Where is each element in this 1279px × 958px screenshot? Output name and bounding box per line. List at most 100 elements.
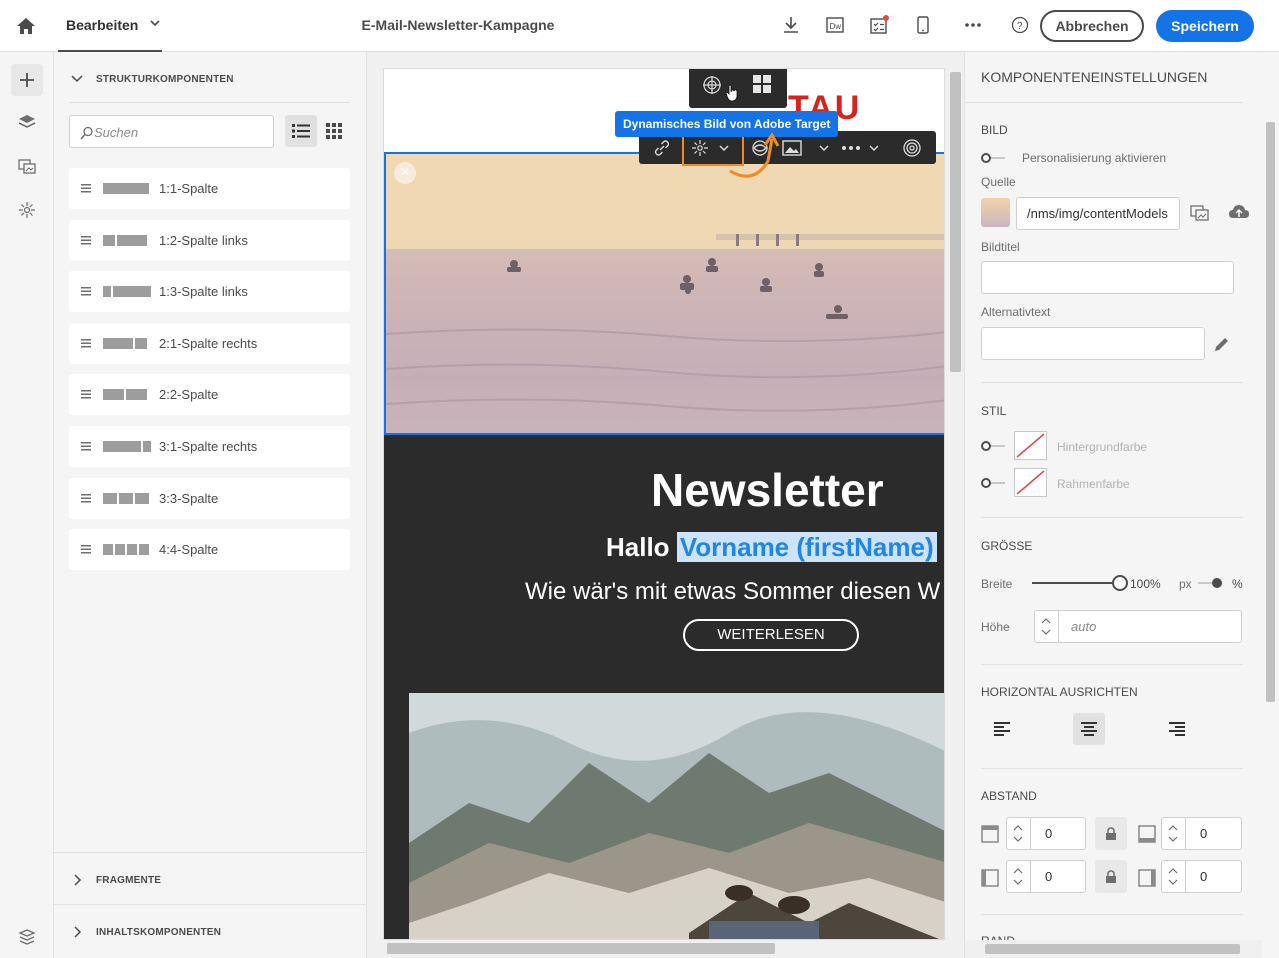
divider — [981, 768, 1243, 769]
align-center-icon[interactable] — [1073, 713, 1105, 745]
background-color-toggle[interactable] — [981, 441, 1005, 451]
padding-right-input[interactable]: 0 — [1185, 860, 1242, 893]
content-components-section[interactable]: INHALTSKOMPONENTEN — [54, 904, 367, 956]
chevron-down-icon[interactable] — [867, 131, 881, 164]
drag-handle-icon[interactable] — [81, 286, 91, 296]
structure-component-item[interactable]: 4:4-Spalte — [69, 529, 350, 571]
structure-component-item[interactable]: 3:1-Spalte rechts — [69, 426, 350, 467]
edit-pencil-icon[interactable] — [1213, 335, 1231, 358]
layers-settings-icon[interactable] — [11, 920, 43, 952]
search-input[interactable]: Suchen — [69, 115, 274, 148]
grid-view-button[interactable] — [318, 115, 350, 147]
checklist-icon[interactable] — [868, 14, 890, 36]
add-icon[interactable] — [11, 64, 43, 96]
more-icon[interactable] — [962, 14, 984, 36]
alt-text-input[interactable] — [981, 327, 1205, 360]
source-input[interactable]: /nms/img/contentModels — [1016, 197, 1180, 230]
settings-scrollbar[interactable] — [1262, 102, 1279, 940]
alt-text-label: Alternativtext — [981, 305, 1051, 319]
padding-top-stepper[interactable] — [1006, 817, 1030, 850]
download-icon[interactable] — [780, 14, 802, 36]
border-color-label: Rahmenfarbe — [1057, 477, 1130, 491]
personalization-field[interactable]: Vorname (firstName) — [676, 532, 937, 562]
image-title-input[interactable] — [981, 261, 1234, 294]
target-icon[interactable] — [11, 194, 43, 226]
structure-components-header[interactable]: STRUKTURKOMPONENTEN — [70, 72, 350, 86]
structure-component-item[interactable]: 2:2-Spalte — [69, 374, 350, 416]
upload-icon[interactable] — [1228, 203, 1250, 226]
align-right-icon[interactable] — [1161, 713, 1193, 745]
assets-icon[interactable] — [11, 150, 43, 182]
help-icon[interactable]: ? — [1009, 14, 1031, 36]
hero-image[interactable]: × — [384, 152, 944, 435]
divider — [965, 102, 1243, 103]
width-slider-handle[interactable] — [1112, 575, 1128, 591]
unit-toggle[interactable] — [1198, 576, 1222, 590]
column-layout-icon — [103, 337, 147, 349]
read-more-button[interactable]: WEITERLESEN — [683, 619, 859, 651]
drag-handle-icon[interactable] — [81, 544, 91, 554]
height-input[interactable]: auto — [1058, 610, 1242, 643]
drag-handle-icon[interactable] — [81, 338, 91, 348]
canvas-horizontal-scrollbar[interactable] — [367, 940, 947, 958]
structure-component-item[interactable]: 3:3-Spalte — [69, 477, 350, 519]
padding-right-stepper[interactable] — [1161, 860, 1185, 893]
drag-handle-icon[interactable] — [81, 235, 91, 245]
chevron-right-icon — [74, 874, 82, 886]
drag-handle-icon[interactable] — [81, 441, 91, 451]
padding-top-input[interactable]: 0 — [1030, 817, 1086, 850]
border-color-toggle[interactable] — [981, 478, 1005, 488]
asset-picker-icon[interactable] — [1190, 204, 1210, 227]
home-icon[interactable] — [15, 15, 37, 37]
mountain-photo[interactable] — [409, 693, 944, 939]
fragments-section[interactable]: FRAGMENTE — [54, 852, 367, 904]
target-icon[interactable] — [701, 74, 723, 101]
unit-px-label: px — [1179, 577, 1192, 591]
padding-bottom-input[interactable]: 0 — [1185, 817, 1242, 850]
target-ring-icon[interactable] — [901, 131, 923, 164]
mobile-icon[interactable] — [912, 14, 934, 36]
lock-icon[interactable] — [1095, 817, 1127, 850]
svg-text:?: ? — [1017, 21, 1023, 32]
padding-bottom-stepper[interactable] — [1161, 817, 1185, 850]
padding-left-stepper[interactable] — [1006, 860, 1030, 893]
structure-component-item[interactable]: 2:1-Spalte rechts — [69, 322, 350, 364]
structure-component-item[interactable]: 1:2-Spalte links — [69, 219, 350, 261]
hand-cursor-icon — [725, 84, 739, 107]
drag-handle-icon[interactable] — [81, 183, 91, 193]
content-components-header: INHALTSKOMPONENTEN — [70, 925, 350, 939]
width-slider[interactable] — [1032, 575, 1128, 591]
source-label: Quelle — [981, 175, 1016, 189]
close-icon[interactable]: × — [394, 162, 416, 184]
layers-icon[interactable] — [11, 106, 43, 138]
edit-menu[interactable]: Bearbeiten — [58, 0, 162, 52]
settings-horizontal-scrollbar[interactable] — [965, 940, 1262, 958]
drag-handle-icon[interactable] — [81, 493, 91, 503]
background-color-swatch[interactable] — [1014, 431, 1047, 460]
border-color-swatch[interactable] — [1014, 468, 1047, 497]
grid-icon — [326, 123, 342, 139]
list-view-button[interactable] — [285, 115, 317, 147]
align-left-icon[interactable] — [986, 713, 1018, 745]
height-label: Höhe — [981, 620, 1010, 634]
padding-left-input[interactable]: 0 — [1030, 860, 1086, 893]
structure-component-item[interactable]: 1:1-Spalte — [69, 168, 350, 209]
layout-icon[interactable] — [752, 74, 772, 99]
cancel-button[interactable]: Abbrechen — [1040, 10, 1144, 42]
structure-component-item[interactable]: 1:3-Spalte links — [69, 271, 350, 313]
email-preview: TAU × Newsletter Hallo Vorname (firstNam… — [383, 68, 945, 940]
structure-component-label: 2:2-Spalte — [159, 387, 219, 403]
search-placeholder: Suchen — [94, 125, 139, 140]
canvas-vertical-scrollbar[interactable] — [947, 68, 964, 940]
left-rail — [0, 52, 54, 958]
save-button[interactable]: Speichern — [1156, 10, 1254, 42]
more-icon[interactable] — [839, 131, 863, 164]
greeting-text: Hallo — [606, 532, 670, 562]
lock-icon[interactable] — [1095, 860, 1127, 893]
drag-handle-icon[interactable] — [81, 389, 91, 399]
personalization-toggle[interactable] — [981, 153, 1005, 163]
height-stepper[interactable] — [1034, 610, 1058, 643]
padding-left-icon — [981, 869, 999, 892]
dreamweaver-icon[interactable]: Dw — [824, 14, 846, 36]
chevron-right-icon — [74, 926, 82, 938]
